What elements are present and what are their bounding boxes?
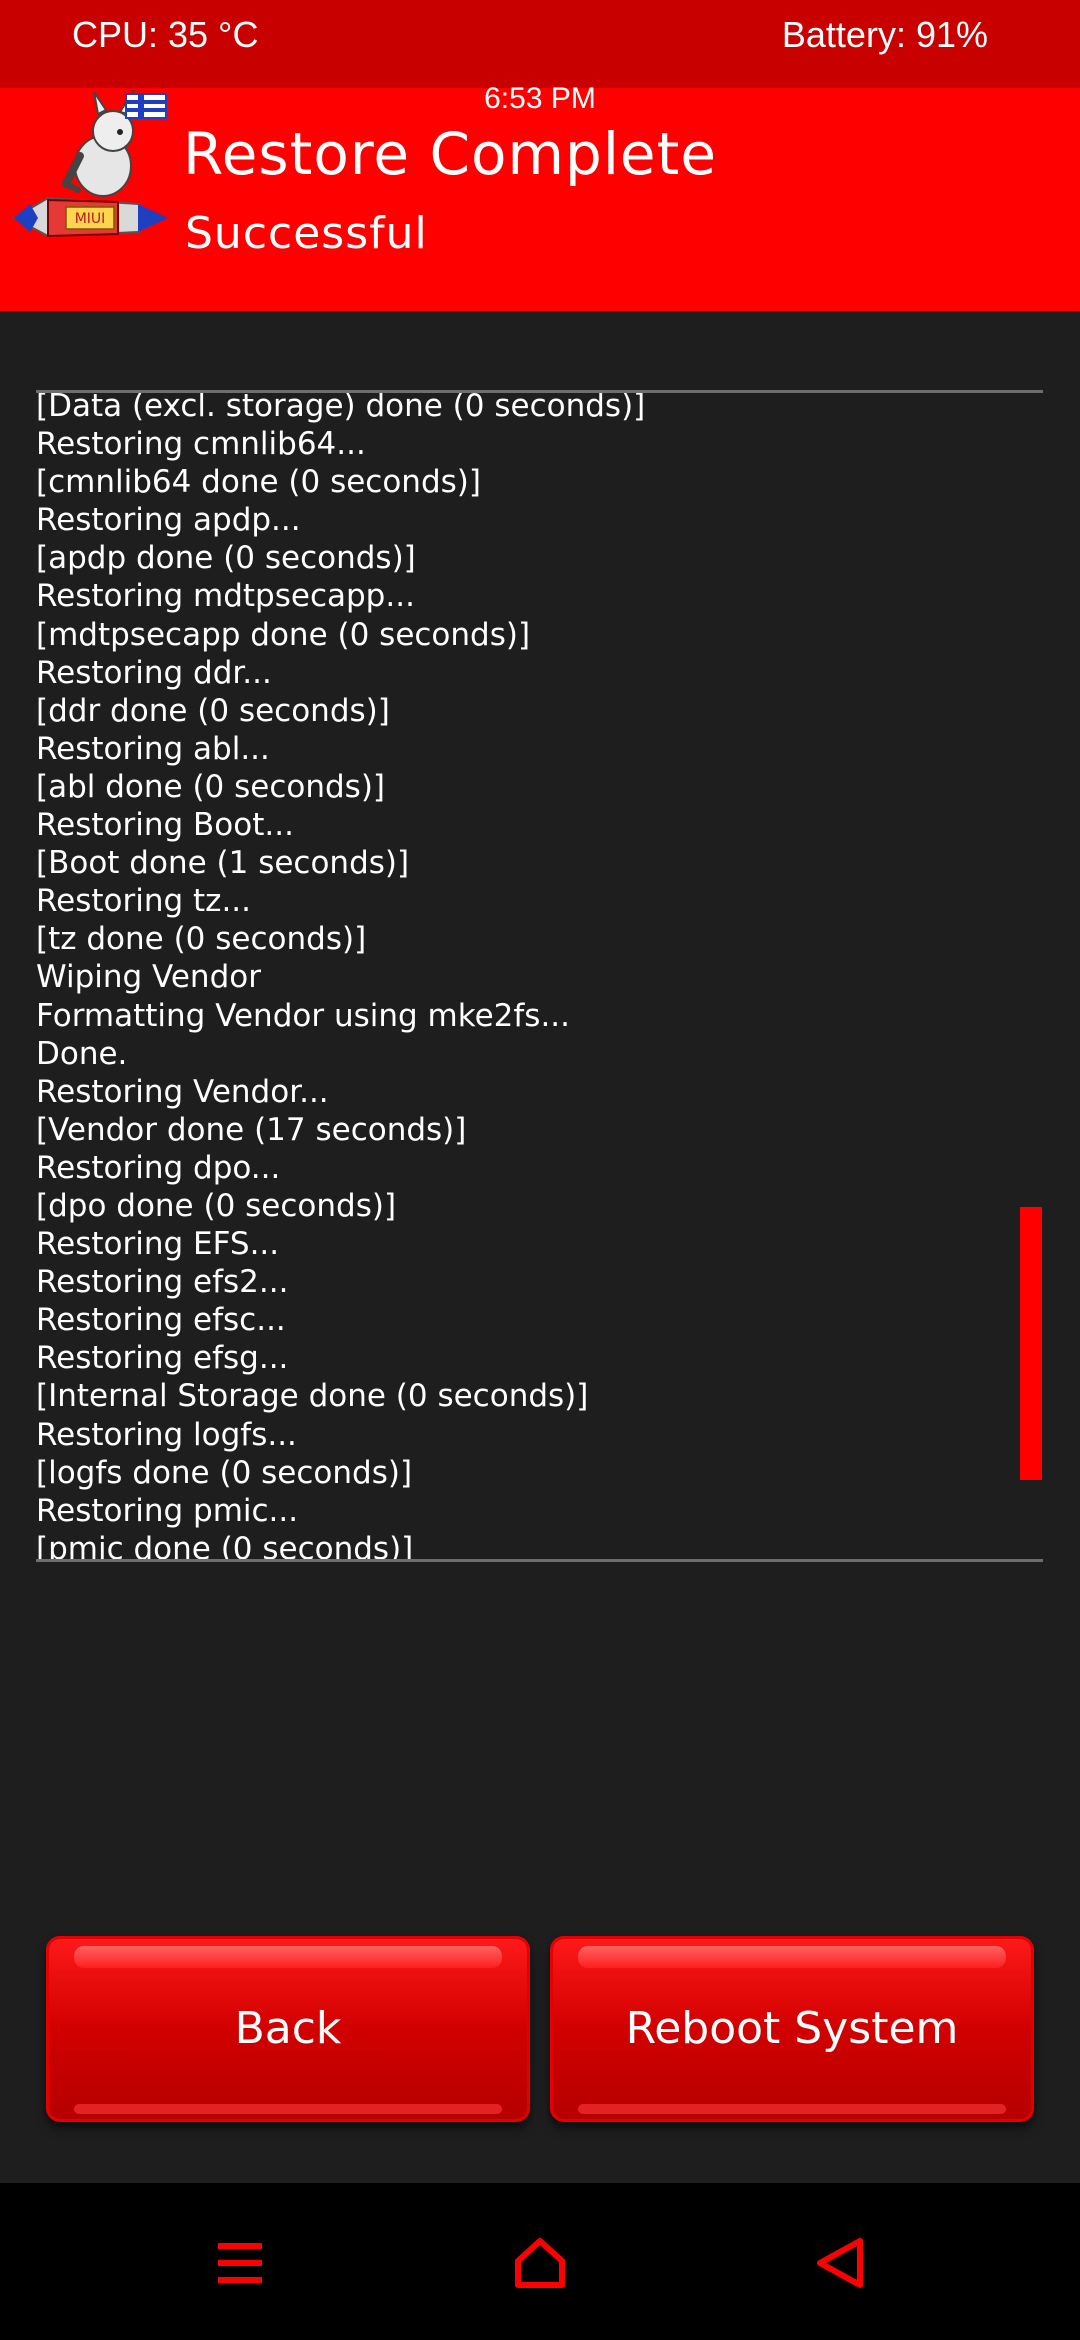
console-line: [mdtpsecapp done (0 seconds)] [36, 616, 531, 653]
status-bar: CPU: 35 °C Battery: 91% [0, 0, 1080, 88]
console-line: Restoring efs2... [36, 1264, 289, 1301]
console-line: Restoring Boot... [36, 807, 294, 844]
cpu-temperature: CPU: 35 °C [72, 14, 259, 55]
twrp-screen: CPU: 35 °C Battery: 91% 6:53 PM MIUI Res… [0, 0, 1080, 2340]
console-line: Restoring cmnlib64... [36, 426, 366, 463]
console-line: [Internal Storage done (0 seconds)] [36, 1378, 589, 1415]
console-line: [Boot done (1 seconds)] [36, 845, 410, 882]
navigation-bar [0, 2183, 1080, 2340]
home-icon[interactable] [500, 2223, 580, 2303]
console-lines: [Data (excl. storage) done (0 seconds)] R… [36, 390, 996, 1562]
back-triangle-icon[interactable] [800, 2223, 880, 2303]
console-line: Formatting Vendor using mke2fs... [36, 997, 571, 1034]
console-line: Restoring apdp... [36, 502, 301, 539]
console-line: [cmnlib64 done (0 seconds)] [36, 464, 481, 501]
console-line: [dpo done (0 seconds)] [36, 1187, 397, 1224]
page-subtitle: Successful [185, 208, 428, 259]
console-line: [abl done (0 seconds)] [36, 768, 386, 805]
console-line: [ddr done (0 seconds)] [36, 692, 390, 729]
console-line: Restoring tz... [36, 883, 252, 920]
console-line: Restoring Vendor... [36, 1073, 329, 1110]
logo-text: MIUI [75, 211, 106, 227]
console-line: [logfs done (0 seconds)] [36, 1454, 413, 1491]
miui-mascot-logo: MIUI [11, 89, 168, 238]
console-line: Done. [36, 1035, 128, 1072]
console-line: [tz done (0 seconds)] [36, 921, 367, 958]
console-line: Restoring efsc... [36, 1302, 286, 1339]
page-title: Restore Complete [183, 120, 718, 188]
console-scrollbar[interactable] [1020, 1207, 1042, 1480]
console-line: Restoring abl... [36, 730, 270, 767]
console-line: Restoring dpo... [36, 1149, 281, 1186]
console-line: [apdp done (0 seconds)] [36, 540, 416, 577]
reboot-system-button[interactable]: Reboot System [550, 1936, 1034, 2122]
console-line: [pmic done (0 seconds)] [36, 1530, 414, 1562]
console-line: [Vendor done (17 seconds)] [36, 1111, 467, 1148]
menu-icon[interactable] [200, 2223, 280, 2303]
console-line: [Data (excl. storage) done (0 seconds)] [36, 390, 646, 424]
battery-level: Battery: 91% [781, 14, 988, 55]
console-line: Restoring efsg... [36, 1340, 289, 1377]
console-line: Restoring mdtpsecapp... [36, 578, 415, 615]
console-line: Restoring pmic... [36, 1492, 299, 1529]
back-button[interactable]: Back [46, 1936, 530, 2122]
console-line: Restoring logfs... [36, 1416, 297, 1453]
console-line: Wiping Vendor [36, 959, 261, 996]
console-log[interactable]: [Data (excl. storage) done (0 seconds)] R… [36, 390, 1043, 1562]
console-line: Restoring EFS... [36, 1226, 280, 1263]
console-line: Restoring ddr... [36, 654, 272, 691]
